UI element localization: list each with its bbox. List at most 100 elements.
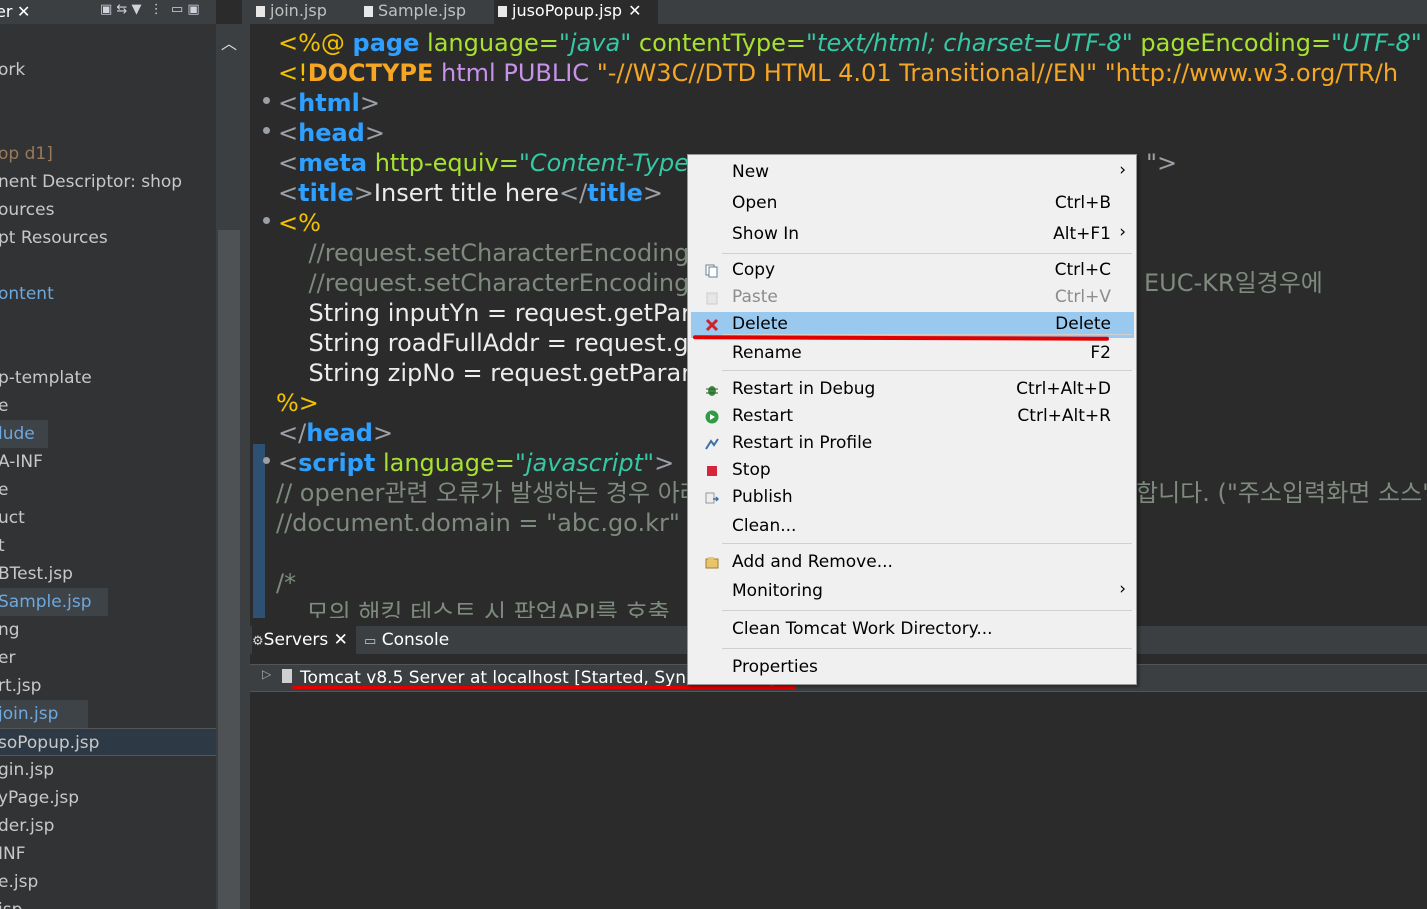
menu-item-monitoring[interactable]: Monitoring › (691, 579, 1134, 605)
submenu-arrow-icon: › (1119, 160, 1126, 180)
tree-item[interactable]: nent Descriptor: shop (0, 168, 216, 196)
tab-label: jusoPopup.jsp (512, 1, 623, 20)
file-icon (256, 6, 265, 17)
tree-item[interactable]: e.jsp (0, 868, 216, 896)
tree-item[interactable]: soPopup.jsp (0, 728, 216, 756)
explorer-title: er (0, 2, 13, 21)
menu-item-publish[interactable]: Publish (691, 485, 1134, 511)
code-line: //request.setCharacterEncoding EUC-KR일경우에 (278, 269, 1323, 297)
tree-item[interactable]: Sample.jsp (0, 588, 108, 616)
menu-item-shortcut: F2 (1090, 343, 1111, 363)
fold-icon[interactable] (263, 127, 270, 134)
tree-item[interactable]: yPage.jsp (0, 784, 216, 812)
paste-icon (705, 290, 719, 305)
code-line: <meta http-equiv="Content-Type "> (278, 149, 1178, 177)
menu-item-properties[interactable]: Properties (691, 655, 1134, 681)
scroll-up-icon[interactable]: ︿ (219, 30, 239, 53)
explorer-toolbar-icons[interactable]: ▣ ⇆ ▼ ⋮ ▭ ▣ (100, 2, 200, 17)
debug-icon (705, 382, 719, 396)
menu-item-label: Delete (732, 314, 788, 334)
tree-item[interactable]: op d1] (0, 140, 216, 168)
explorer-scrollbar[interactable]: ︿ (216, 24, 242, 909)
tab-join-jsp[interactable]: join.jsp (256, 0, 360, 24)
code-line: String inputYn = request.getPar (278, 299, 691, 327)
tab-servers[interactable]: ⚙Servers ✕ (252, 626, 356, 654)
close-icon[interactable]: ✕ (334, 630, 348, 650)
menu-item-stop[interactable]: Stop (691, 458, 1134, 484)
code-line: <% (278, 209, 321, 237)
code-line: String zipNo = request.getParam (278, 359, 705, 387)
fold-icon[interactable] (263, 457, 270, 464)
menu-item-new[interactable]: New › (691, 160, 1134, 186)
menu-item-restart-in-profile[interactable]: Restart in Profile (691, 431, 1134, 457)
menu-separator (722, 648, 1132, 649)
tab-sample-jsp[interactable]: Sample.jsp (364, 0, 482, 24)
code-line: //document.domain = "abc.go.kr" (276, 509, 680, 537)
menu-item-restart[interactable]: Restart Ctrl+Alt+R (691, 404, 1134, 430)
tree-item[interactable]: join.jsp (0, 700, 88, 728)
tree-item[interactable]: der.jsp (0, 812, 216, 840)
menu-item-add-and-remove[interactable]: Add and Remove... (691, 550, 1134, 576)
run-icon (705, 409, 719, 424)
menu-item-shortcut: Alt+F1 (1053, 224, 1111, 244)
tree-item[interactable]: ork (0, 56, 216, 84)
file-icon (498, 6, 507, 17)
tree-item[interactable]: ontent (0, 280, 216, 308)
menu-item-restart-in-debug[interactable]: Restart in Debug Ctrl+Alt+D (691, 377, 1134, 403)
tree-item[interactable]: rt.jsp (0, 672, 216, 700)
fold-icon[interactable] (263, 97, 270, 104)
scrollbar-thumb[interactable] (218, 230, 240, 909)
code-line: %> (276, 389, 319, 417)
tab-console[interactable]: ▭ Console (364, 626, 454, 654)
menu-item-label: Show In (732, 224, 800, 244)
add-remove-icon (705, 555, 719, 569)
menu-item-open[interactable]: Open Ctrl+B (691, 191, 1134, 217)
code-line: // opener관련 오류가 발생하는 경우 아래 합니다. ("주소입력화면 … (276, 479, 1427, 507)
tab-label: Sample.jsp (378, 1, 467, 20)
menu-item-label: Properties (732, 657, 818, 677)
code-line: /* (276, 569, 297, 597)
menu-item-clean[interactable]: Clean... (691, 514, 1134, 540)
menu-item-label: Stop (732, 460, 771, 480)
code-line: <head> (278, 119, 385, 147)
tree-item[interactable]: uct (0, 504, 216, 532)
tree-item[interactable]: A-INF (0, 448, 216, 476)
tree-item[interactable]: INF (0, 840, 216, 868)
tree-item[interactable]: t (0, 532, 216, 560)
menu-item-shortcut: Delete (1055, 314, 1111, 334)
menu-item-rename[interactable]: Rename F2 (691, 341, 1134, 367)
explorer-header: er ✕ ▣ ⇆ ▼ ⋮ ▭ ▣ (0, 0, 216, 24)
tree-item[interactable]: ng (0, 616, 216, 644)
close-icon[interactable]: ✕ (628, 1, 641, 20)
menu-item-shortcut: Ctrl+Alt+D (1016, 379, 1111, 399)
code-line: //request.setCharacterEncoding (278, 239, 690, 267)
menu-item-shortcut: Ctrl+C (1054, 260, 1111, 280)
menu-item-show-in[interactable]: Show In Alt+F1 › (691, 222, 1134, 248)
explorer-close-icon[interactable]: ✕ (17, 0, 30, 24)
tree-item[interactable]: gin.jsp (0, 756, 216, 784)
menu-item-shortcut: Ctrl+B (1054, 193, 1111, 213)
tree-item[interactable]: isp (0, 896, 216, 909)
fold-icon[interactable] (263, 217, 270, 224)
tree-item[interactable]: p-template (0, 364, 216, 392)
stop-icon (705, 463, 719, 477)
tree-item[interactable]: lude (0, 420, 48, 448)
tab-jusopopup-jsp[interactable]: jusoPopup.jsp ✕ (494, 0, 658, 24)
tree-item[interactable]: pt Resources (0, 224, 216, 252)
tree-item[interactable]: BTest.jsp (0, 560, 216, 588)
tree-item[interactable]: e (0, 392, 216, 420)
code-line: <%@ page language="java" contentType="te… (278, 29, 1422, 57)
tab-label: Console (381, 630, 450, 650)
pane-divider[interactable] (242, 0, 250, 909)
menu-item-copy[interactable]: Copy Ctrl+C (691, 258, 1134, 284)
expand-arrow-icon[interactable]: ▷ (262, 667, 271, 681)
code-line: <!DOCTYPE html PUBLIC "-//W3C//DTD HTML … (278, 59, 1399, 87)
tree-item[interactable]: er (0, 644, 216, 672)
editor-tab-bar: join.jsp Sample.jsp jusoPopup.jsp ✕ (250, 0, 1427, 24)
tree-item[interactable]: e (0, 476, 216, 504)
menu-separator (722, 610, 1132, 611)
tree-item[interactable]: ources (0, 196, 216, 224)
code-line: <script language="javascript"> (278, 449, 675, 477)
menu-item-label: Rename (732, 343, 802, 363)
menu-item-clean-tomcat-work-directory[interactable]: Clean Tomcat Work Directory... (691, 617, 1134, 643)
